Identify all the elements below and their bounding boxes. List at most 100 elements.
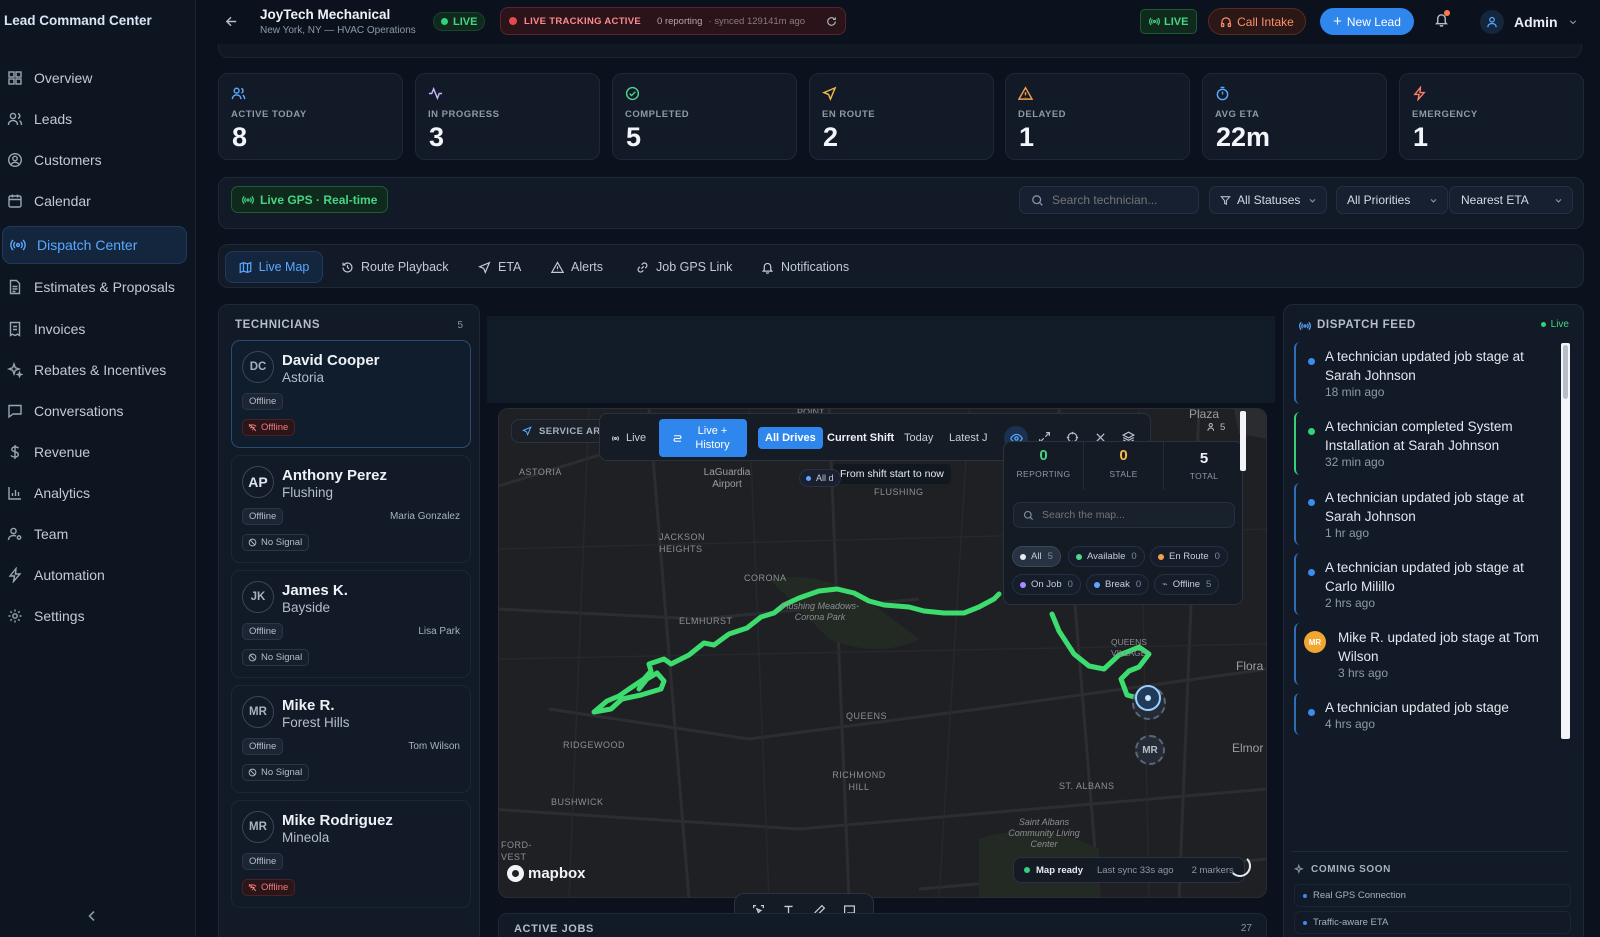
filter-latest[interactable]: Latest J	[949, 427, 988, 449]
map-place-label: ASTORIA	[519, 467, 562, 477]
count-label: STALE	[1109, 469, 1138, 479]
feed-item[interactable]: A technician updated job stage 4 hrs ago	[1294, 693, 1557, 735]
feed-dot	[1308, 499, 1315, 506]
map-place-label: FLUSHING	[874, 487, 924, 497]
technician-card[interactable]: AP Anthony Perez Flushing Offline Maria …	[231, 455, 471, 563]
call-intake-label: Call Intake	[1237, 14, 1294, 29]
new-lead-button[interactable]: + New Lead	[1320, 8, 1414, 35]
feed-item[interactable]: A technician updated job stage at Carlo …	[1294, 553, 1557, 615]
chip-count: 0	[1135, 579, 1142, 590]
sidebar-item-estimates[interactable]: Estimates & Proposals	[0, 268, 188, 306]
feed-scrollbar[interactable]	[1561, 343, 1570, 739]
tab-live-map[interactable]: Live Map	[225, 251, 323, 283]
sidebar-item-automation[interactable]: Automation	[0, 556, 188, 594]
priority-filter-dropdown[interactable]: All Priorities	[1336, 186, 1448, 214]
tab-route-playback[interactable]: Route Playback	[341, 252, 449, 282]
chip-break[interactable]: Break 0	[1086, 574, 1150, 595]
search-input[interactable]	[1052, 193, 1192, 207]
sidebar-item-invoices[interactable]: Invoices	[0, 310, 188, 348]
feed-item[interactable]: MR Mike R. updated job stage at Tom Wils…	[1294, 623, 1557, 685]
all-drivers-chip[interactable]: All d	[799, 469, 841, 487]
technician-card[interactable]: MR Mike R. Forest Hills Offline Tom Wils…	[231, 685, 471, 793]
sidebar-item-label: Team	[34, 526, 69, 542]
filter-current-shift[interactable]: Current Shift	[827, 427, 894, 449]
sidebar-item-settings[interactable]: Settings	[0, 597, 188, 635]
sidebar-item-overview[interactable]: Overview	[0, 59, 188, 97]
markers-label: 2 markers	[1191, 864, 1234, 876]
feed-item[interactable]: A technician updated job stage at Sarah …	[1294, 483, 1557, 545]
map-marker[interactable]: MR	[1135, 735, 1165, 765]
chip-available[interactable]: Available 0	[1068, 546, 1145, 567]
avatar	[1480, 10, 1504, 34]
refresh-icon[interactable]	[826, 16, 837, 27]
map-place-label: RIDGEWOOD	[563, 740, 625, 750]
arrow-left-icon[interactable]	[224, 14, 239, 29]
user-menu[interactable]: Admin	[1480, 9, 1580, 35]
gps-status-label: Live GPS · Real-time	[260, 192, 378, 207]
chevron-down-icon	[1569, 20, 1576, 25]
technician-search[interactable]	[1019, 186, 1199, 214]
chip-all[interactable]: All 5	[1012, 546, 1061, 567]
filter-today-label: Today	[904, 432, 934, 444]
tab-eta[interactable]: ETA	[478, 252, 521, 282]
sidebar-item-leads[interactable]: Leads	[0, 100, 188, 138]
feed-item[interactable]: A technician completed System Installati…	[1294, 412, 1557, 475]
signal-label: No Signal	[261, 652, 303, 663]
sidebar-item-rebates[interactable]: Rebates & Incentives	[0, 351, 188, 389]
sidebar-item-label: Dispatch Center	[37, 237, 138, 253]
notifications-button[interactable]	[1434, 10, 1450, 28]
stat-value: 3	[429, 122, 445, 152]
tab-notifications[interactable]: Notifications	[761, 252, 849, 282]
chevron-left-icon[interactable]	[84, 908, 100, 924]
tracking-label: LIVE TRACKING ACTIVE	[524, 15, 642, 27]
signal-off-icon	[248, 653, 257, 662]
sidebar-item-customers[interactable]: Customers	[0, 141, 188, 179]
live-map[interactable]: POINT Plaza ASTORIA LaGuardia Airport JA…	[498, 408, 1267, 898]
technician-location: Bayside	[282, 600, 331, 615]
user-circle-icon	[7, 152, 23, 168]
feed-text: A technician updated job stage	[1325, 700, 1509, 715]
sidebar-item-calendar[interactable]: Calendar	[0, 182, 188, 220]
technician-card[interactable]: JK James K. Bayside Offline Lisa Park No…	[231, 570, 471, 678]
feed-item[interactable]: A technician updated job stage at Sarah …	[1294, 342, 1557, 404]
message-square-icon	[8, 404, 22, 419]
coming-soon-item: Real GPS Connection	[1294, 884, 1571, 907]
sidebar-item-dispatch-center[interactable]: Dispatch Center	[2, 226, 187, 264]
radio-signal-icon	[612, 435, 619, 441]
feed-text: A technician completed System Installati…	[1325, 419, 1513, 453]
status-badge: Offline	[242, 623, 284, 640]
call-intake-button[interactable]: Call Intake	[1208, 8, 1306, 35]
tab-alerts[interactable]: Alerts	[551, 252, 603, 282]
sort-value: Nearest ETA	[1461, 193, 1529, 207]
notification-dot	[1444, 10, 1450, 16]
user-name: Admin	[1514, 14, 1558, 30]
count-value: 5	[1199, 450, 1209, 467]
chip-en-route[interactable]: En Route 0	[1150, 546, 1228, 567]
sort-dropdown[interactable]: Nearest ETA	[1449, 186, 1573, 214]
tab-job-gps-link[interactable]: Job GPS Link	[636, 252, 732, 282]
filter-all-drives[interactable]: All Drives	[758, 427, 823, 449]
sidebar-item-team[interactable]: Team	[0, 515, 188, 553]
chip-offline[interactable]: ⌁ Offline 5	[1154, 574, 1220, 595]
company-subtitle: New York, NY — HVAC Operations	[260, 25, 416, 36]
scrollbar-thumb[interactable]	[1563, 345, 1568, 399]
map-search[interactable]	[1013, 502, 1235, 528]
filter-today[interactable]: Today	[904, 427, 933, 449]
map-search-input[interactable]	[1042, 509, 1232, 521]
chip-on-job[interactable]: On Job 0	[1012, 574, 1081, 595]
stat-value: 22m	[1216, 122, 1271, 152]
feed-dot	[1308, 569, 1315, 576]
sidebar-item-conversations[interactable]: Conversations	[0, 392, 188, 430]
radio-signal-icon	[1299, 321, 1311, 331]
mode-live-button[interactable]: Live	[610, 424, 646, 452]
technician-card[interactable]: MR Mike Rodriguez Mineola Offline Offlin…	[231, 800, 471, 908]
status-filter-dropdown[interactable]: All Statuses	[1209, 186, 1327, 214]
stat-avg-eta: AVG ETA 22m	[1202, 73, 1387, 160]
sidebar-item-analytics[interactable]: Analytics	[0, 474, 188, 512]
sidebar-item-revenue[interactable]: Revenue	[0, 433, 188, 471]
avatar: JK	[242, 581, 274, 613]
technician-card[interactable]: DC David Cooper Astoria Offline Offline	[231, 340, 471, 448]
sidebar-item-label: Invoices	[34, 321, 86, 337]
stat-label: EMERGENCY	[1412, 109, 1478, 120]
mode-history-button[interactable]: Live + History	[659, 419, 747, 457]
